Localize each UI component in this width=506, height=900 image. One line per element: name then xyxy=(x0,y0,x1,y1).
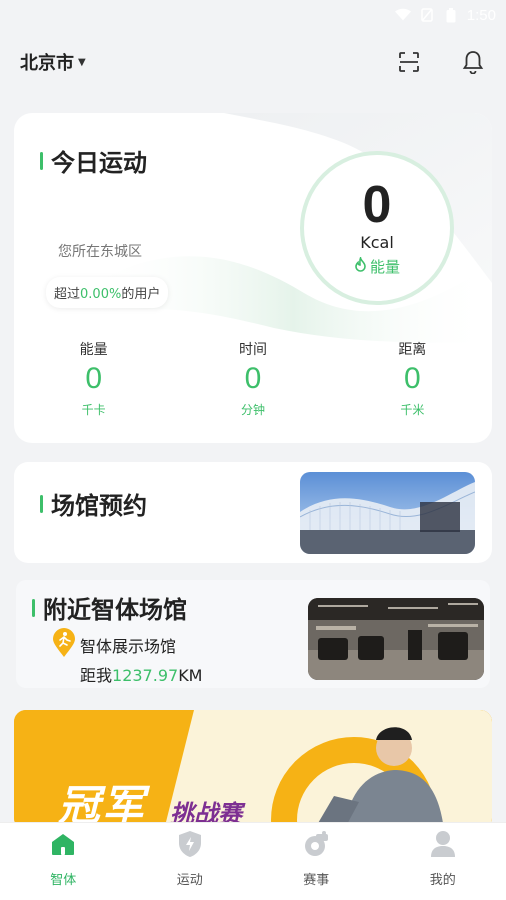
nearby-title-text: 附近智体场馆 xyxy=(43,596,187,624)
city-selector[interactable]: 北京市 ▼ xyxy=(20,49,86,75)
stat-unit: 千米 xyxy=(400,403,425,417)
whistle-icon xyxy=(301,829,331,859)
stats-row: 能量 0 千卡 时间 0 分钟 距离 0 千米 xyxy=(14,339,492,418)
title-accent-bar xyxy=(40,151,43,170)
home-icon xyxy=(48,829,78,859)
stat-unit: 分钟 xyxy=(240,403,265,417)
stat-value: 0 xyxy=(244,362,262,395)
energy-text: 能量 xyxy=(369,258,400,276)
distance-prefix: 距我 xyxy=(80,666,113,685)
nearby-distance: 距我1237.97KM xyxy=(80,662,202,686)
wifi-icon xyxy=(394,8,411,22)
location-text: 您所在东城区 xyxy=(58,244,142,260)
tab-label: 我的 xyxy=(429,873,456,888)
kcal-value: 0 xyxy=(362,176,392,234)
stat-distance: 距离 0 千米 xyxy=(333,339,492,418)
beat-users-badge: 超过0.00%的用户 xyxy=(46,277,169,308)
title-accent-bar xyxy=(32,598,35,617)
beat-prefix: 超过 xyxy=(54,287,81,302)
nearby-title: 附近智体场馆 xyxy=(32,590,187,625)
scan-icon[interactable] xyxy=(396,49,422,75)
tab-events[interactable]: 赛事 xyxy=(253,823,380,900)
stadium-image xyxy=(300,472,475,554)
tab-home[interactable]: 智体 xyxy=(0,823,127,900)
nearby-venue-card[interactable]: 附近智体场馆 智体展示场馆 距我1237.97KM xyxy=(16,580,490,688)
user-icon xyxy=(428,829,458,859)
no-sim-icon xyxy=(419,8,435,22)
today-sport-card[interactable]: 今日运动 您所在东城区 超过0.00%的用户 0 Kcal 能量 能量 0 千卡… xyxy=(14,113,492,443)
tab-sport[interactable]: 运动 xyxy=(127,823,254,900)
distance-value: 1237.97 xyxy=(112,666,179,685)
kcal-unit: Kcal xyxy=(360,233,394,252)
venue-name-text: 智体展示场馆 xyxy=(80,637,177,656)
champion-challenge-banner[interactable]: 冠军 挑战赛 xyxy=(14,710,492,830)
distance-unit: KM xyxy=(178,666,203,685)
venue-booking-card[interactable]: 场馆预约 xyxy=(14,462,492,563)
stat-energy: 能量 0 千卡 xyxy=(14,339,173,418)
kcal-ring: 0 Kcal 能量 xyxy=(300,151,454,305)
today-title-text: 今日运动 xyxy=(51,149,147,177)
stat-value: 0 xyxy=(403,362,421,395)
venue-booking-title-text: 场馆预约 xyxy=(51,492,147,520)
tab-mine[interactable]: 我的 xyxy=(380,823,506,900)
beat-percent: 0.00% xyxy=(80,287,122,302)
bell-icon[interactable] xyxy=(460,49,486,75)
sport-shield-icon xyxy=(175,829,205,859)
stat-label: 能量 xyxy=(79,342,108,358)
gym-image xyxy=(308,598,484,680)
tab-label: 运动 xyxy=(176,873,203,888)
city-label: 北京市 xyxy=(20,53,74,74)
stat-time: 时间 0 分钟 xyxy=(173,339,332,418)
tab-label: 智体 xyxy=(50,873,77,888)
stat-label: 时间 xyxy=(238,342,267,358)
energy-label: 能量 xyxy=(354,255,400,277)
runner-pin-icon xyxy=(52,628,76,662)
nearby-venue-name: 智体展示场馆 xyxy=(52,628,176,662)
stat-unit: 千卡 xyxy=(81,403,106,417)
bottom-tab-bar: 智体 运动 赛事 我的 xyxy=(0,822,506,900)
top-header: 北京市 ▼ xyxy=(0,40,506,84)
beat-suffix: 的用户 xyxy=(121,287,161,302)
status-bar: 1:50 xyxy=(0,0,506,30)
flame-icon xyxy=(354,255,367,276)
today-title: 今日运动 xyxy=(40,143,147,178)
clock: 1:50 xyxy=(466,6,496,24)
title-accent-bar xyxy=(40,494,43,513)
caret-down-icon: ▼ xyxy=(78,56,86,68)
battery-icon xyxy=(443,7,459,22)
stat-value: 0 xyxy=(85,362,102,395)
tab-label: 赛事 xyxy=(303,873,330,888)
venue-booking-title: 场馆预约 xyxy=(40,486,147,521)
stat-label: 距离 xyxy=(398,342,427,358)
